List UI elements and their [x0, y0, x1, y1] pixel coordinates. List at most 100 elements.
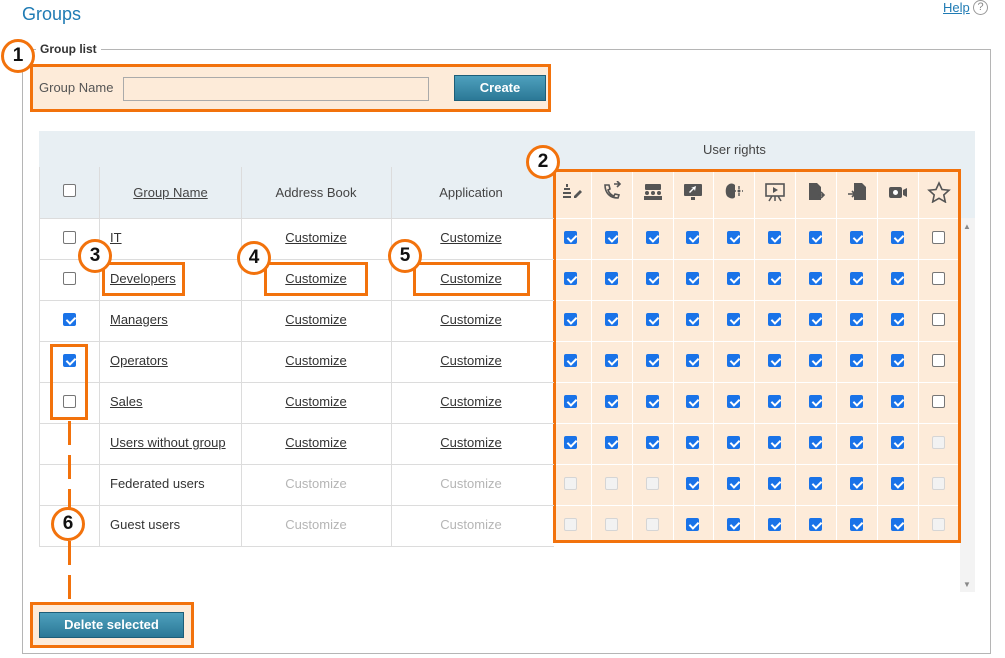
user-right-checkbox[interactable] — [850, 518, 863, 531]
user-right-checkbox[interactable] — [605, 436, 618, 449]
user-right-checkbox[interactable] — [727, 395, 740, 408]
user-right-checkbox[interactable] — [932, 272, 945, 285]
address-book-customize-link[interactable]: Customize — [241, 435, 391, 450]
select-all-checkbox[interactable] — [63, 184, 76, 197]
user-right-checkbox[interactable] — [768, 395, 781, 408]
user-right-checkbox[interactable] — [605, 313, 618, 326]
user-right-checkbox[interactable] — [850, 231, 863, 244]
user-right-checkbox[interactable] — [564, 231, 577, 244]
user-right-checkbox[interactable] — [564, 313, 577, 326]
user-right-checkbox[interactable] — [768, 477, 781, 490]
user-right-checkbox[interactable] — [564, 436, 577, 449]
user-right-checkbox[interactable] — [891, 354, 904, 367]
rights-row-divider — [556, 382, 958, 383]
user-right-checkbox[interactable] — [809, 395, 822, 408]
user-right-checkbox[interactable] — [768, 272, 781, 285]
user-right-checkbox[interactable] — [809, 231, 822, 244]
user-right-checkbox[interactable] — [686, 395, 699, 408]
application-customize-link[interactable]: Customize — [391, 394, 551, 409]
help-icon[interactable]: ? — [973, 0, 988, 15]
user-right-checkbox[interactable] — [850, 272, 863, 285]
user-right-checkbox[interactable] — [768, 436, 781, 449]
address-book-customize-link[interactable]: Customize — [241, 394, 391, 409]
user-right-checkbox[interactable] — [686, 272, 699, 285]
application-customize-link[interactable]: Customize — [391, 312, 551, 327]
user-right-checkbox[interactable] — [850, 313, 863, 326]
column-divider — [99, 167, 100, 547]
user-right-checkbox[interactable] — [727, 518, 740, 531]
help-link[interactable]: Help — [943, 0, 970, 15]
user-right-checkbox[interactable] — [646, 436, 659, 449]
user-right-checkbox[interactable] — [686, 518, 699, 531]
application-customize-link[interactable]: Customize — [391, 435, 551, 450]
address-book-customize-link[interactable]: Customize — [241, 230, 391, 245]
user-right-checkbox[interactable] — [891, 272, 904, 285]
user-right-checkbox[interactable] — [727, 231, 740, 244]
user-right-checkbox[interactable] — [686, 436, 699, 449]
delete-selected-button[interactable]: Delete selected — [39, 612, 184, 638]
user-right-checkbox[interactable] — [891, 395, 904, 408]
application-customize-link[interactable]: Customize — [391, 353, 551, 368]
create-button[interactable]: Create — [454, 75, 546, 101]
user-right-checkbox[interactable] — [768, 231, 781, 244]
user-right-checkbox[interactable] — [564, 354, 577, 367]
user-right-checkbox[interactable] — [605, 354, 618, 367]
user-right-checkbox[interactable] — [809, 313, 822, 326]
user-right-checkbox[interactable] — [809, 272, 822, 285]
group-name-link[interactable]: Operators — [110, 353, 168, 368]
user-right-checkbox[interactable] — [727, 272, 740, 285]
user-right-checkbox[interactable] — [646, 313, 659, 326]
user-right-checkbox[interactable] — [850, 354, 863, 367]
user-right-checkbox[interactable] — [891, 436, 904, 449]
user-right-checkbox[interactable] — [891, 313, 904, 326]
user-right-checkbox[interactable] — [605, 272, 618, 285]
group-name-link[interactable]: Users without group — [110, 435, 226, 450]
user-right-checkbox[interactable] — [727, 313, 740, 326]
user-right-checkbox[interactable] — [564, 395, 577, 408]
user-right-checkbox[interactable] — [646, 395, 659, 408]
user-right-checkbox[interactable] — [850, 477, 863, 490]
user-right-checkbox[interactable] — [727, 354, 740, 367]
group-name-column-header[interactable]: Group Name — [100, 185, 241, 200]
row-select-checkbox[interactable] — [63, 272, 76, 285]
scroll-down-arrow-icon[interactable]: ▼ — [963, 580, 971, 589]
group-name-input[interactable] — [123, 77, 429, 101]
user-right-checkbox[interactable] — [809, 477, 822, 490]
user-right-checkbox[interactable] — [727, 477, 740, 490]
user-right-checkbox[interactable] — [686, 477, 699, 490]
user-right-checkbox[interactable] — [809, 436, 822, 449]
user-right-checkbox[interactable] — [932, 231, 945, 244]
row-select-checkbox[interactable] — [63, 313, 76, 326]
user-right-checkbox[interactable] — [891, 518, 904, 531]
group-name-link[interactable]: Sales — [110, 394, 143, 409]
user-right-checkbox[interactable] — [809, 354, 822, 367]
user-right-checkbox[interactable] — [932, 395, 945, 408]
table-scrollbar[interactable] — [960, 218, 975, 592]
user-right-checkbox[interactable] — [727, 436, 740, 449]
user-right-checkbox[interactable] — [686, 313, 699, 326]
user-right-checkbox[interactable] — [932, 354, 945, 367]
user-right-checkbox[interactable] — [891, 477, 904, 490]
address-book-customize-link[interactable]: Customize — [241, 353, 391, 368]
group-name-link[interactable]: IT — [110, 230, 122, 245]
user-right-checkbox[interactable] — [850, 395, 863, 408]
user-right-checkbox[interactable] — [850, 436, 863, 449]
user-right-checkbox[interactable] — [809, 518, 822, 531]
user-right-checkbox[interactable] — [768, 518, 781, 531]
user-right-checkbox[interactable] — [646, 272, 659, 285]
user-right-checkbox[interactable] — [605, 395, 618, 408]
user-right-checkbox[interactable] — [768, 313, 781, 326]
row-select-checkbox[interactable] — [63, 231, 76, 244]
user-right-checkbox[interactable] — [605, 231, 618, 244]
user-right-checkbox[interactable] — [932, 313, 945, 326]
user-right-checkbox[interactable] — [646, 231, 659, 244]
user-right-checkbox[interactable] — [891, 231, 904, 244]
scroll-up-arrow-icon[interactable]: ▲ — [963, 222, 971, 231]
user-right-checkbox[interactable] — [768, 354, 781, 367]
group-name-link[interactable]: Managers — [110, 312, 168, 327]
user-right-checkbox[interactable] — [564, 272, 577, 285]
user-right-checkbox[interactable] — [686, 354, 699, 367]
address-book-customize-link[interactable]: Customize — [241, 312, 391, 327]
user-right-checkbox[interactable] — [686, 231, 699, 244]
user-right-checkbox[interactable] — [646, 354, 659, 367]
